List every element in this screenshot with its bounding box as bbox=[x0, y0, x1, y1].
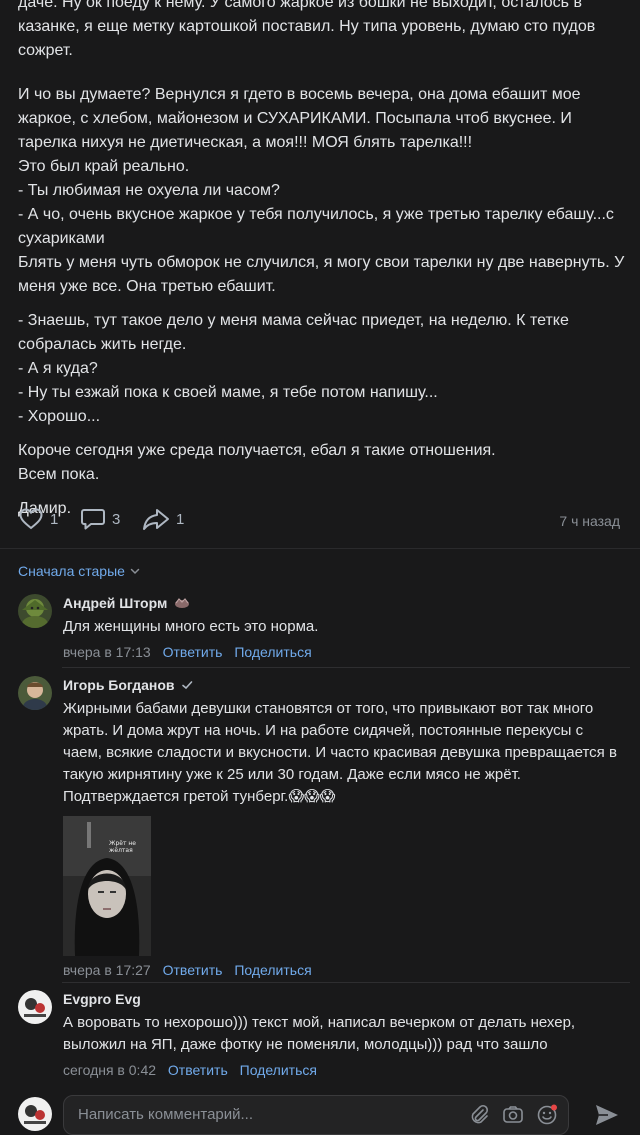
comment-photo[interactable]: Жрёт не жёлтая bbox=[63, 816, 151, 956]
verified-icon bbox=[181, 681, 192, 690]
comment-time: вчера в 17:13 bbox=[63, 644, 151, 660]
reply-link[interactable]: Ответить bbox=[163, 644, 223, 660]
avatar-image bbox=[18, 990, 52, 1024]
sort-label: Сначала старые bbox=[18, 563, 125, 579]
like-button[interactable]: 1 bbox=[18, 507, 58, 531]
share-link[interactable]: Поделиться bbox=[240, 1062, 317, 1078]
comment-input[interactable]: Написать комментарий... bbox=[63, 1095, 569, 1135]
avatar-image bbox=[18, 1097, 52, 1131]
share-link[interactable]: Поделиться bbox=[234, 644, 311, 660]
post-time: 7 ч назад bbox=[559, 513, 620, 529]
avatar[interactable] bbox=[18, 676, 52, 710]
photo-image bbox=[63, 816, 151, 956]
share-button[interactable]: 1 bbox=[142, 507, 184, 531]
comment-text: Жирными бабами девушки становятся от тог… bbox=[63, 700, 617, 805]
post-text: даче. Ну ок поеду к нему. У самого жарко… bbox=[18, 0, 628, 541]
comment-time: сегодня в 0:42 bbox=[63, 1062, 157, 1078]
comment-count: 3 bbox=[112, 510, 121, 528]
divider bbox=[62, 982, 630, 983]
my-avatar[interactable] bbox=[18, 1097, 52, 1131]
comment-input-placeholder: Написать комментарий... bbox=[78, 1106, 254, 1123]
comment-time: вчера в 17:27 bbox=[63, 962, 151, 978]
scream-emoji-icon: 😱😱😱 bbox=[288, 788, 336, 805]
reply-link[interactable]: Ответить bbox=[163, 962, 223, 978]
photo-caption: Жрёт не жёлтая bbox=[109, 840, 136, 854]
post-paragraph: даче. Ну ок поеду к нему. У самого жарко… bbox=[18, 0, 596, 59]
sort-dropdown[interactable]: Сначала старые bbox=[18, 563, 141, 579]
divider bbox=[62, 667, 630, 668]
comment-icon bbox=[81, 509, 105, 530]
post-paragraph: Короче сегодня уже среда получается, еба… bbox=[18, 442, 496, 483]
send-icon[interactable] bbox=[594, 1103, 620, 1127]
post-paragraph: - Знаешь, тут такое дело у меня мама сей… bbox=[18, 312, 569, 425]
post-paragraph: И чо вы думаете? Вернулся я гдето в восе… bbox=[18, 86, 625, 295]
share-icon bbox=[143, 509, 169, 530]
heart-icon bbox=[19, 508, 43, 530]
comment-author[interactable]: Игорь Богданов bbox=[63, 677, 175, 693]
comments-button[interactable]: 3 bbox=[80, 507, 120, 531]
camera-icon[interactable] bbox=[502, 1104, 524, 1126]
comment-composer: Написать комментарий... bbox=[0, 1087, 640, 1135]
share-link[interactable]: Поделиться bbox=[234, 962, 311, 978]
reply-link[interactable]: Ответить bbox=[168, 1062, 228, 1078]
divider bbox=[0, 548, 640, 549]
comment-author[interactable]: Evgpro Evg bbox=[63, 991, 141, 1007]
comment-text: Для женщины много есть это норма. bbox=[63, 618, 319, 635]
comment-text: А воровать то нехорошо))) текст мой, нап… bbox=[63, 1014, 576, 1053]
post-actions: 1 3 1 7 ч назад bbox=[18, 507, 622, 535]
comment-author[interactable]: Андрей Шторм bbox=[63, 595, 167, 611]
like-count: 1 bbox=[50, 510, 59, 528]
emoji-icon[interactable] bbox=[536, 1104, 558, 1126]
avatar-image bbox=[18, 594, 52, 628]
share-count: 1 bbox=[176, 510, 185, 528]
paperclip-icon[interactable] bbox=[468, 1104, 490, 1126]
chevron-down-icon bbox=[130, 568, 140, 575]
avatar[interactable] bbox=[18, 594, 52, 628]
avatar[interactable] bbox=[18, 990, 52, 1024]
avatar-image bbox=[18, 676, 52, 710]
achievement-icon bbox=[175, 598, 190, 608]
